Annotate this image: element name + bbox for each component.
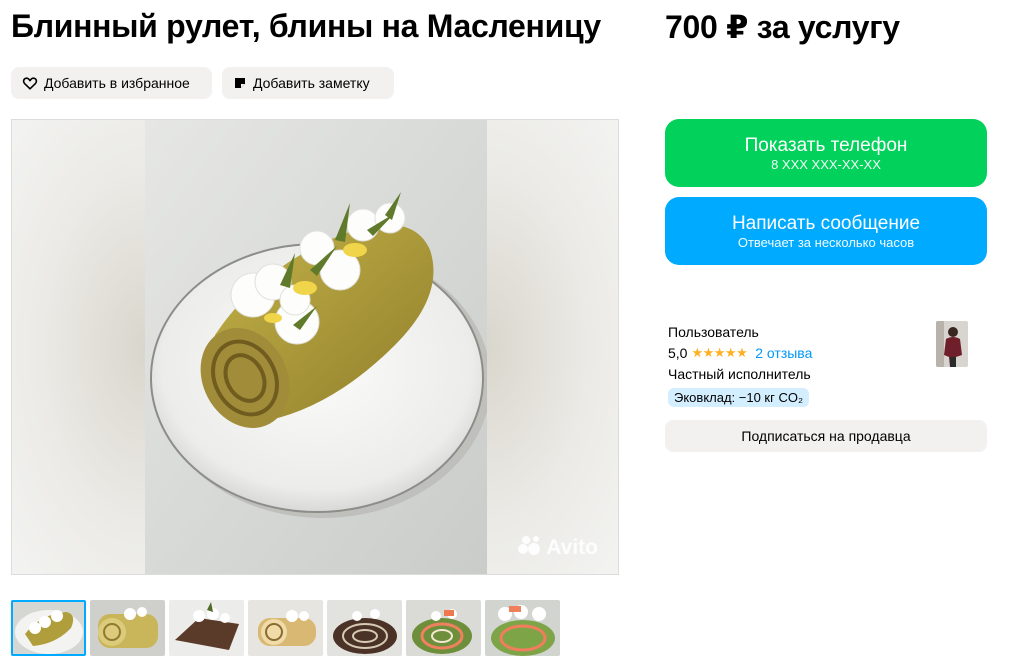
thumbnail[interactable]	[169, 600, 244, 656]
avito-watermark: Avito	[517, 534, 598, 562]
thumbnail[interactable]	[327, 600, 402, 656]
write-message-label: Написать сообщение	[731, 212, 921, 234]
add-to-favorites-label: Добавить в избранное	[44, 75, 190, 91]
listing-price: 700 ₽ за услугу	[665, 9, 900, 45]
show-phone-label: Показать телефон	[744, 134, 908, 156]
show-phone-button[interactable]: Показать телефон 8 XXX XXX-XX-XX	[665, 119, 987, 187]
subscribe-seller-button[interactable]: Подписаться на продавца	[665, 420, 987, 452]
write-message-button[interactable]: Написать сообщение Отвечает за несколько…	[665, 197, 987, 265]
seller-type: Частный исполнитель	[668, 366, 811, 382]
pancake-roll-photo	[145, 120, 487, 574]
eco-contribution-badge[interactable]: Эковклад: −10 кг CO₂	[668, 388, 810, 407]
rating-value: 5,0	[668, 345, 688, 361]
reply-time-hint: Отвечает за несколько часов	[737, 234, 915, 250]
avito-watermark-text: Avito	[546, 536, 598, 559]
add-note-label: Добавить заметку	[253, 75, 370, 91]
thumbnail[interactable]	[90, 600, 165, 656]
avito-logo-icon	[517, 534, 543, 562]
add-to-favorites-button[interactable]: Добавить в избранное	[11, 67, 212, 99]
thumbnail[interactable]	[11, 600, 86, 656]
photo-blur-left	[12, 120, 145, 574]
note-icon	[233, 76, 247, 90]
heart-icon	[22, 75, 38, 91]
phone-masked: 8 XXX XXX-XX-XX	[771, 156, 881, 172]
rating-stars-icon: ★★★★★	[691, 345, 748, 360]
thumbnail[interactable]	[248, 600, 323, 656]
photo-blur-right	[485, 120, 618, 574]
seller-avatar[interactable]	[936, 321, 968, 367]
reviews-link[interactable]: 2 отзыва	[755, 342, 812, 364]
photo-thumbnails	[11, 600, 560, 656]
thumbnail[interactable]	[485, 600, 560, 656]
listing-title: Блинный рулет, блины на Масленицу	[11, 8, 601, 44]
main-photo[interactable]: Avito	[11, 119, 619, 575]
thumbnail[interactable]	[406, 600, 481, 656]
add-note-button[interactable]: Добавить заметку	[222, 67, 394, 99]
